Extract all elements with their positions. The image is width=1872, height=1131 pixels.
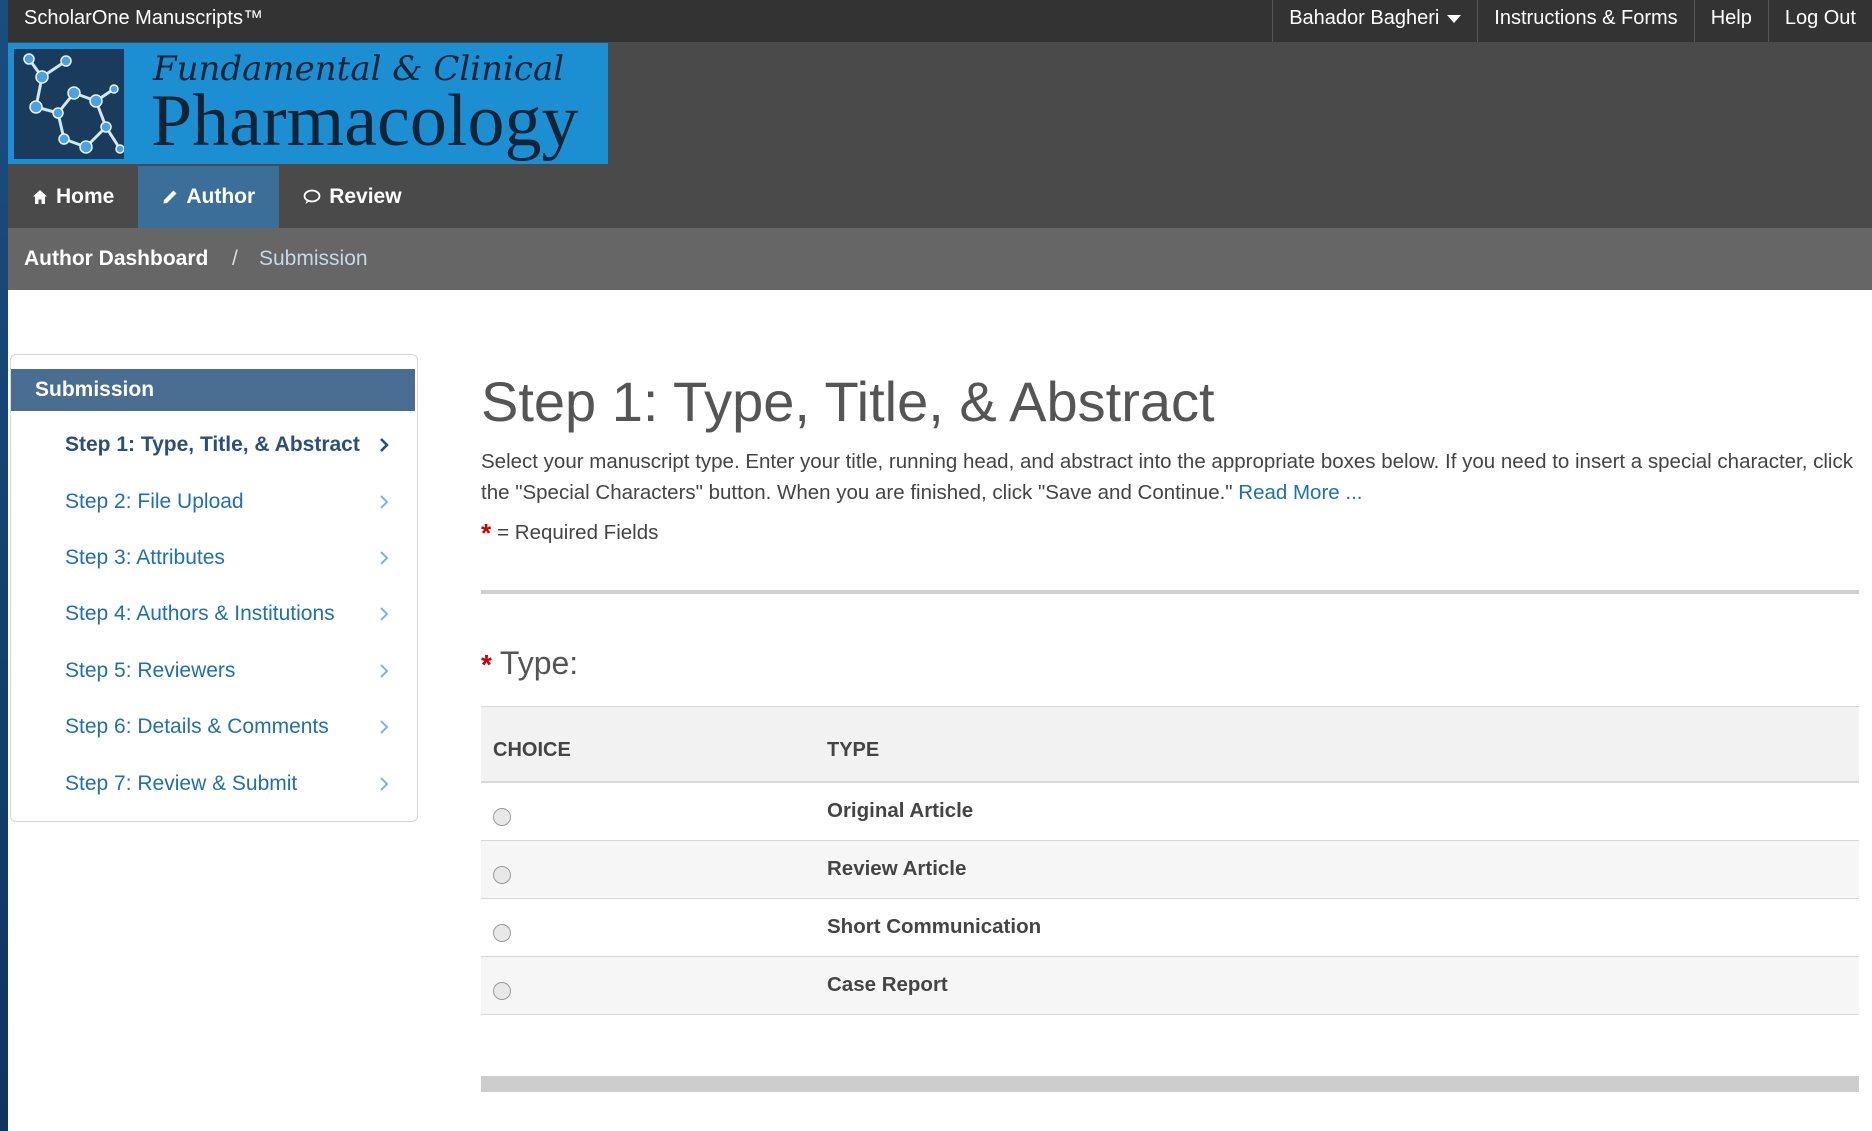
sidebar-item-step-5[interactable]: Step 5: Reviewers: [65, 651, 405, 691]
type-name: Short Communication: [827, 915, 1042, 938]
type-name: Original Article: [827, 799, 974, 822]
chevron-down-icon: [1447, 14, 1462, 23]
logout-link[interactable]: Log Out: [1767, 0, 1872, 42]
help-link[interactable]: Help: [1693, 0, 1768, 42]
breadcrumb: Author Dashboard / Submission: [8, 228, 1872, 290]
sidebar-item-label: Step 3: Attributes: [65, 546, 225, 569]
type-radio[interactable]: [493, 982, 511, 1000]
comment-icon: [303, 189, 321, 204]
table-row[interactable]: Short Communication: [481, 899, 1859, 957]
chevron-right-icon: [380, 607, 389, 621]
intro-body: Select your manuscript type. Enter your …: [481, 450, 1853, 504]
type-radio[interactable]: [493, 866, 511, 884]
app-brand: ScholarOne Manuscripts™: [24, 7, 263, 29]
sidebar-item-label: Step 6: Details & Comments: [65, 715, 329, 738]
sidebar-item-step-1[interactable]: Step 1: Type, Title, & Abstract: [65, 425, 405, 465]
type-radio[interactable]: [493, 808, 511, 826]
type-name: Review Article: [827, 857, 967, 880]
type-heading: * Type:: [481, 645, 578, 682]
tab-author[interactable]: Author: [138, 166, 280, 228]
sidebar-item-step-6[interactable]: Step 6: Details & Comments: [65, 707, 405, 747]
chevron-right-icon: [380, 438, 389, 452]
column-header-type: TYPE: [827, 739, 880, 761]
breadcrumb-current: Submission: [259, 247, 368, 270]
required-fields-note: * = Required Fields: [481, 518, 658, 549]
intro-text: Select your manuscript type. Enter your …: [481, 446, 1859, 508]
sidebar-item-label: Step 2: File Upload: [65, 490, 244, 513]
table-row[interactable]: Case Report: [481, 957, 1859, 1015]
home-icon: [33, 190, 47, 204]
sidebar-item-label: Step 1: Type, Title, & Abstract: [65, 433, 360, 456]
page: ScholarOne Manuscripts™ Bahador Bagheri …: [8, 0, 1872, 1131]
sidebar-item-step-7[interactable]: Step 7: Review & Submit: [65, 764, 405, 804]
sidebar-item-step-2[interactable]: Step 2: File Upload: [65, 482, 405, 522]
chevron-right-icon: [380, 720, 389, 734]
journal-logo[interactable]: Fundamental & Clinical Pharmacology: [8, 43, 608, 164]
submission-sidebar: Submission Step 1: Type, Title, & Abstra…: [10, 354, 418, 822]
type-label: Type:: [499, 645, 579, 681]
table-row[interactable]: Original Article: [481, 783, 1859, 841]
tab-home-label: Home: [56, 185, 115, 208]
section-divider: [481, 1076, 1859, 1092]
type-name: Case Report: [827, 973, 948, 996]
journal-title-line2: Pharmacology: [151, 80, 579, 162]
desktop-edge: [0, 0, 8, 1131]
sidebar-item-step-4[interactable]: Step 4: Authors & Institutions: [65, 594, 405, 634]
main-nav: Home Author Review: [8, 166, 1872, 228]
required-fields-text: = Required Fields: [497, 520, 659, 544]
section-divider: [481, 590, 1859, 594]
chevron-right-icon: [380, 495, 389, 509]
tab-home[interactable]: Home: [8, 166, 138, 228]
instructions-forms-link[interactable]: Instructions & Forms: [1477, 0, 1693, 42]
molecule-logo: [14, 49, 125, 159]
user-menu[interactable]: Bahador Bagheri: [1272, 0, 1477, 42]
read-more-link[interactable]: Read More ...: [1238, 481, 1362, 504]
sidebar-title: Submission: [11, 369, 415, 411]
chevron-right-icon: [380, 777, 389, 791]
sidebar-item-step-3[interactable]: Step 3: Attributes: [65, 538, 405, 578]
chevron-right-icon: [380, 551, 389, 565]
required-star: *: [481, 518, 492, 548]
top-bar: ScholarOne Manuscripts™ Bahador Bagheri …: [8, 0, 1872, 42]
chevron-right-icon: [380, 664, 389, 678]
page-title: Step 1: Type, Title, & Abstract: [481, 370, 1215, 433]
breadcrumb-separator: /: [232, 247, 238, 270]
user-name: Bahador Bagheri: [1289, 7, 1440, 29]
required-star: *: [481, 649, 492, 680]
tab-review-label: Review: [329, 185, 402, 208]
top-nav: Bahador Bagheri Instructions & Forms Hel…: [1272, 0, 1872, 42]
column-header-choice: CHOICE: [493, 739, 571, 761]
pencil-icon: [163, 190, 177, 204]
type-radio[interactable]: [493, 924, 511, 942]
table-row[interactable]: Review Article: [481, 841, 1859, 899]
sidebar-item-label: Step 7: Review & Submit: [65, 772, 298, 795]
tab-review[interactable]: Review: [279, 166, 425, 228]
sidebar-item-label: Step 5: Reviewers: [65, 659, 236, 682]
breadcrumb-author-dashboard[interactable]: Author Dashboard: [24, 228, 208, 290]
tab-author-label: Author: [186, 185, 256, 208]
sidebar-item-label: Step 4: Authors & Institutions: [65, 602, 335, 625]
type-table: CHOICE TYPE Original Article Review Arti…: [481, 706, 1859, 1015]
journal-header: Fundamental & Clinical Pharmacology: [8, 42, 1872, 166]
table-header: CHOICE TYPE: [481, 706, 1859, 783]
